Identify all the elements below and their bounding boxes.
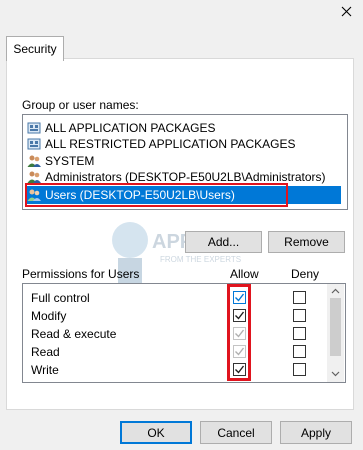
list-item-label: ALL APPLICATION PACKAGES xyxy=(45,121,216,135)
group-list-label: Group or user names: xyxy=(22,98,139,112)
allow-column-header: Allow xyxy=(230,267,259,281)
list-item-label: ALL RESTRICTED APPLICATION PACKAGES xyxy=(45,137,296,151)
close-icon xyxy=(341,6,351,16)
tab-security-label: Security xyxy=(13,42,57,56)
cancel-button[interactable]: Cancel xyxy=(200,421,272,444)
scroll-up-icon xyxy=(331,288,340,294)
apply-button-label: Apply xyxy=(300,425,332,440)
ok-button-label: OK xyxy=(147,425,165,440)
deny-read-checkbox[interactable] xyxy=(293,345,306,358)
permission-name: Write xyxy=(31,363,59,377)
users-group-icon xyxy=(27,171,41,183)
permission-row-read: Read xyxy=(31,343,60,361)
deny-column-header: Deny xyxy=(291,267,320,281)
users-group-icon xyxy=(27,155,41,167)
permissions-list[interactable]: Full control Modify Read & execute Read … xyxy=(22,283,346,383)
permission-name: Modify xyxy=(31,309,67,323)
tab-security[interactable]: Security xyxy=(6,36,64,61)
scrollbar-thumb[interactable] xyxy=(330,298,341,356)
permission-name: Read & execute xyxy=(31,327,117,341)
package-group-icon xyxy=(27,138,41,150)
deny-read-execute-checkbox[interactable] xyxy=(293,327,306,340)
package-group-icon xyxy=(27,122,41,134)
deny-full-control-checkbox[interactable] xyxy=(293,291,306,304)
window-close-button[interactable] xyxy=(329,0,363,22)
allow-column-highlight-frame xyxy=(227,284,251,381)
add-button[interactable]: Add... xyxy=(185,231,262,253)
permissions-scrollbar[interactable] xyxy=(327,284,344,382)
list-item-label: SYSTEM xyxy=(45,154,95,168)
list-item-label: Administrators (DESKTOP-E50U2LB\Administ… xyxy=(45,170,326,184)
cancel-button-label: Cancel xyxy=(217,425,255,440)
watermark-subtitle: FROM THE EXPERTS xyxy=(160,255,241,264)
remove-button-label: Remove xyxy=(284,235,329,249)
ok-button[interactable]: OK xyxy=(120,421,192,444)
apply-button[interactable]: Apply xyxy=(280,421,352,444)
deny-write-checkbox[interactable] xyxy=(293,363,306,376)
permission-row-modify: Modify xyxy=(31,307,66,325)
permission-row-read-execute: Read & execute xyxy=(31,325,116,343)
list-item-all-restricted-application-packages[interactable]: ALL RESTRICTED APPLICATION PACKAGES xyxy=(27,135,296,153)
permission-row-write: Write xyxy=(31,361,59,379)
permission-row-full-control: Full control xyxy=(31,289,90,307)
permissions-title: Permissions for Users xyxy=(22,267,140,281)
deny-modify-checkbox[interactable] xyxy=(293,309,306,322)
remove-button[interactable]: Remove xyxy=(268,231,345,253)
add-button-label: Add... xyxy=(207,235,240,249)
scroll-down-icon xyxy=(331,371,340,377)
permission-name: Full control xyxy=(31,291,90,305)
permission-name: Read xyxy=(31,345,60,359)
